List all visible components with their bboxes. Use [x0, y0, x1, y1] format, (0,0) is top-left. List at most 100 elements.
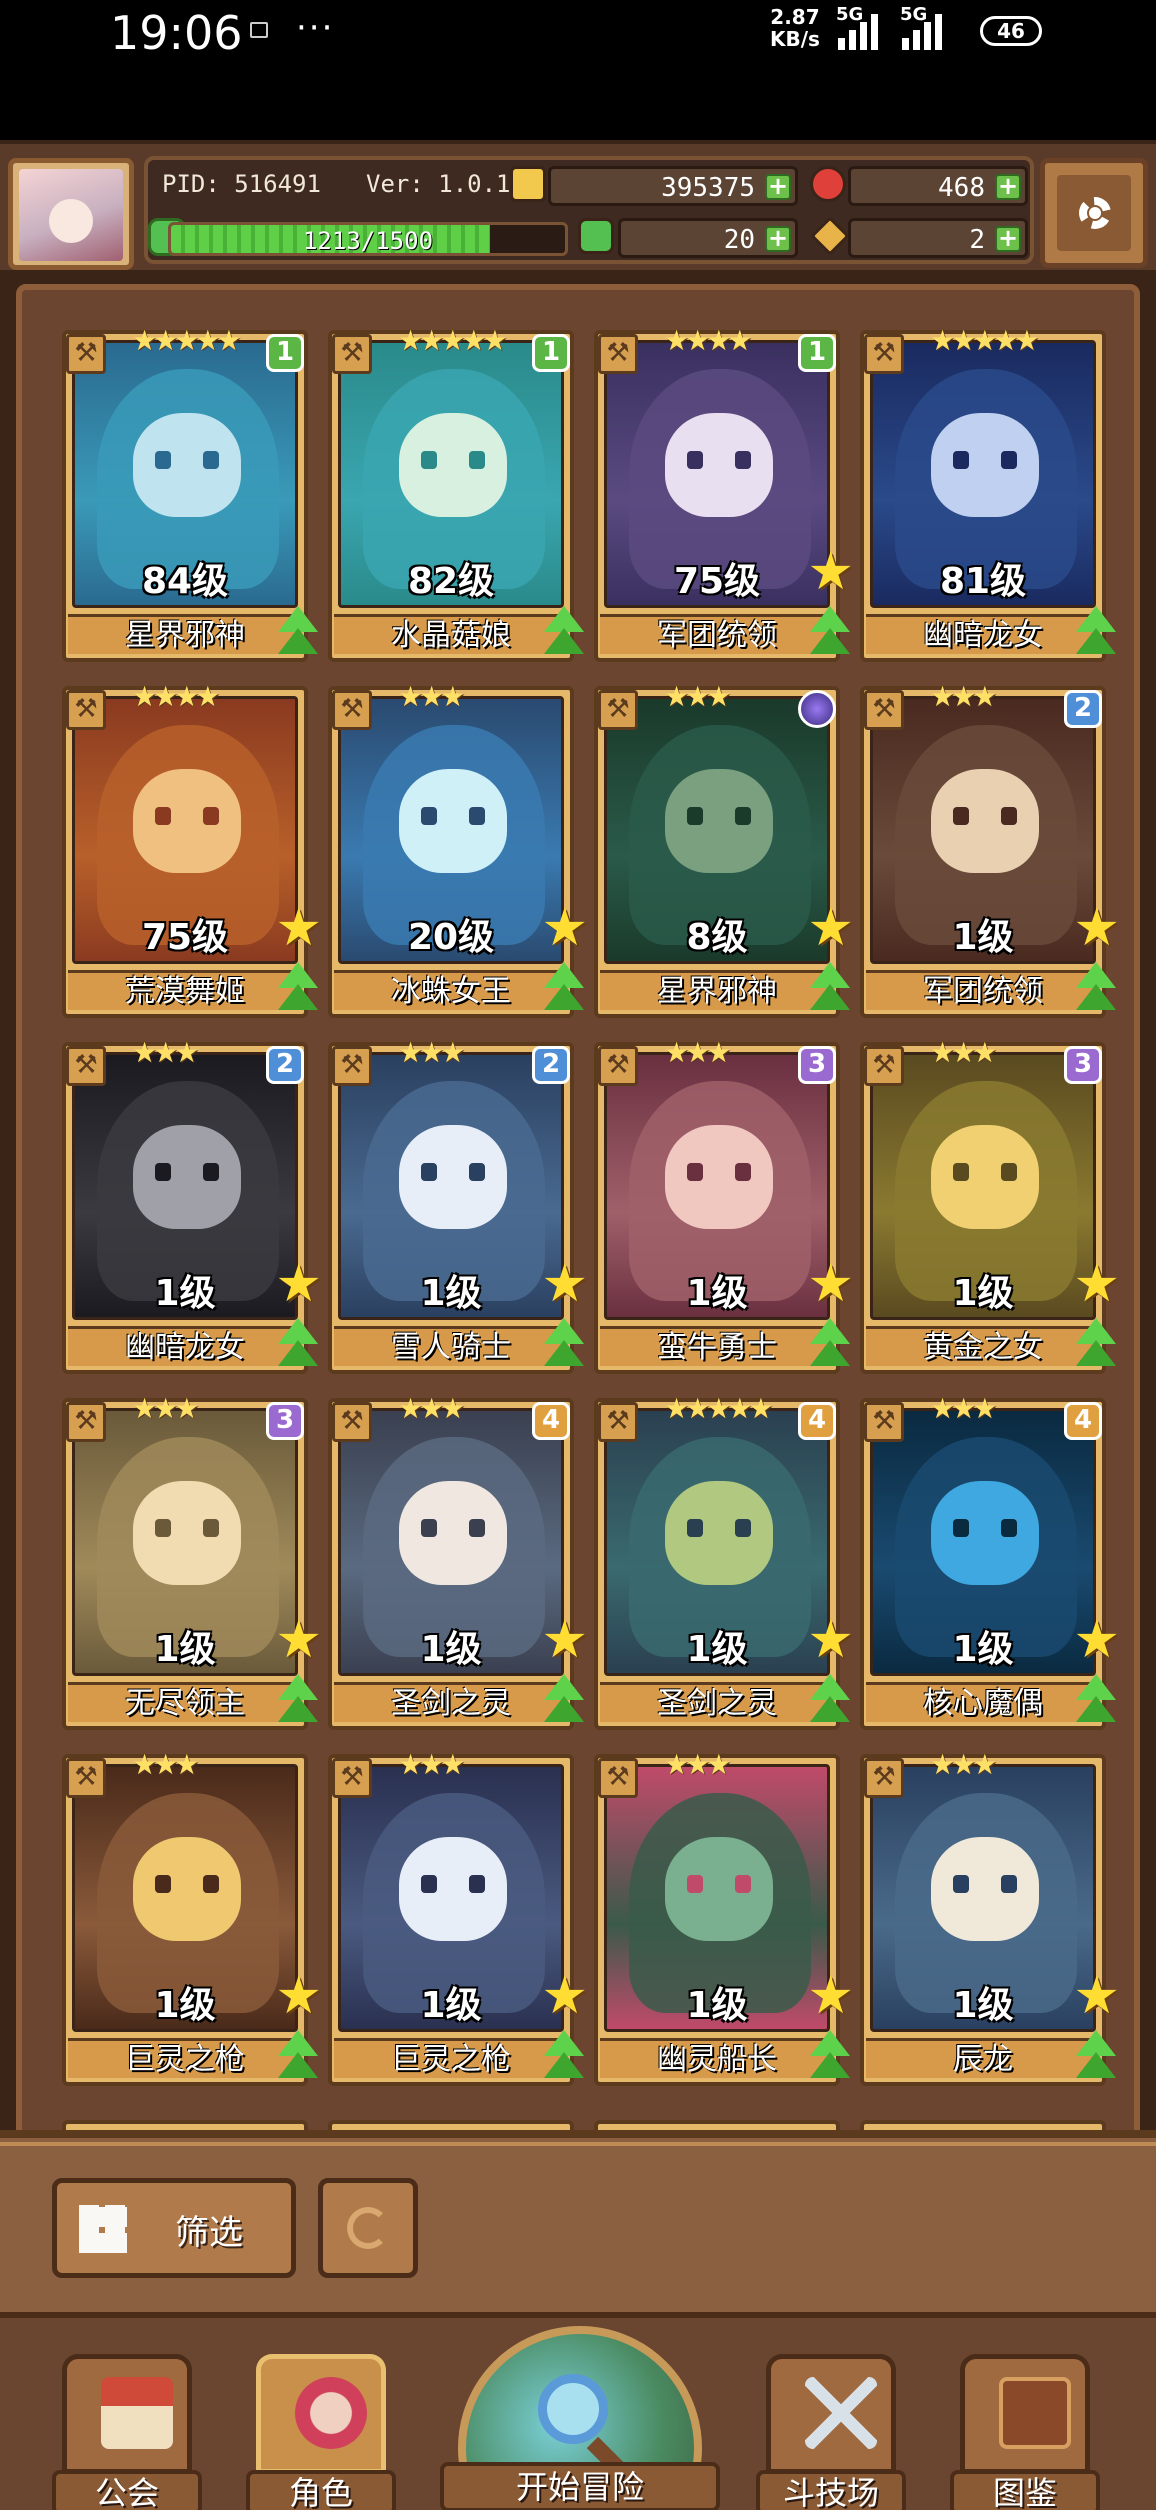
- upgrade-arrow-icon[interactable]: [1072, 2030, 1120, 2082]
- character-card[interactable]: ⚒ ★★★★★ 81级 幽暗龙女: [860, 324, 1116, 662]
- refresh-icon: [347, 2207, 389, 2249]
- character-collection: ⚒ ★★★★★ 1 84级 星界邪神 ⚒ ★★★★★ 1 82级 水晶菇娘 ⚒ ★★★★ 1 75级 军团统…: [0, 270, 1156, 2144]
- add-gold-button[interactable]: +: [765, 174, 791, 200]
- character-card[interactable]: ⚒ ★★★ 4 1级 核心魔偶 ★: [860, 1392, 1120, 1730]
- upgrade-arrow-icon[interactable]: [806, 1674, 854, 1726]
- add-gems-button[interactable]: +: [995, 174, 1021, 200]
- signal-icon: [838, 10, 894, 50]
- nav-guild[interactable]: 公会: [52, 2354, 202, 2510]
- character-level: 1级: [420, 1629, 482, 1670]
- upgrade-arrow-icon[interactable]: [1072, 1318, 1120, 1370]
- settings-gear-icon: [1079, 197, 1111, 229]
- star-icon: ★: [275, 1254, 322, 1314]
- avatar: [19, 169, 123, 261]
- upgrade-arrow-icon[interactable]: [1072, 1674, 1120, 1726]
- character-card[interactable]: ⚒ ★★★ 8级 星界邪神 ★: [594, 680, 854, 1018]
- star-rating: ★★★★★: [398, 324, 507, 357]
- upgrade-arrow-icon[interactable]: [806, 606, 854, 658]
- upgrade-arrow-icon[interactable]: [540, 2030, 588, 2082]
- character-name: 雪人骑士: [334, 1326, 568, 1366]
- player-avatar-button[interactable]: [8, 158, 134, 270]
- star-rating: ★★★: [132, 1036, 199, 1069]
- upgrade-arrow-icon[interactable]: [1072, 962, 1120, 1014]
- star-icon: ★: [807, 1966, 854, 2026]
- rank-badge: 3: [798, 1046, 836, 1084]
- upgrade-arrow-icon[interactable]: [540, 1318, 588, 1370]
- stamina-value: 1213/1500: [302, 227, 434, 255]
- bottom-navigation: 公会 角色 开始冒险 斗技场 图鉴: [0, 2312, 1156, 2510]
- wrench-icon: ⚒: [864, 690, 904, 730]
- character-level: 84级: [141, 561, 229, 602]
- rank-badge: 1: [798, 334, 836, 372]
- upgrade-arrow-icon[interactable]: [540, 606, 588, 658]
- character-card[interactable]: ⚒ ★★★ 2 1级 幽暗龙女 ★: [62, 1036, 322, 1374]
- character-card[interactable]: ⚒ ★★★★ 75级 荒漠舞姬 ★: [62, 680, 322, 1018]
- rank-badge: 1: [532, 334, 570, 372]
- wrench-icon: ⚒: [66, 1758, 106, 1798]
- refresh-button[interactable]: [318, 2178, 418, 2278]
- star-icon: ★: [807, 1610, 854, 1670]
- filter-button[interactable]: 筛选: [52, 2178, 296, 2278]
- upgrade-arrow-icon[interactable]: [274, 2030, 322, 2082]
- gold-coin-icon: [510, 166, 546, 202]
- upgrade-arrow-icon[interactable]: [540, 1674, 588, 1726]
- wrench-icon: ⚒: [864, 334, 904, 374]
- character-name: 圣剑之灵: [334, 1682, 568, 1722]
- character-card[interactable]: ⚒ ★★★ 2 1级 雪人骑士 ★: [328, 1036, 588, 1374]
- character-card[interactable]: ⚒ ★★★ 1级 幽灵船长 ★: [594, 1748, 854, 2086]
- character-level: 1级: [952, 1629, 1014, 1670]
- settings-button[interactable]: [1040, 158, 1148, 268]
- star-icon: ★: [1073, 1254, 1120, 1314]
- upgrade-arrow-icon[interactable]: [806, 2030, 854, 2082]
- star-icon: ★: [275, 1966, 322, 2026]
- character-card[interactable]: ⚒ ★★★ 20级 冰蛛女王 ★: [328, 680, 588, 1018]
- wrench-icon: ⚒: [598, 1046, 638, 1086]
- rank-badge: 3: [266, 1402, 304, 1440]
- add-clover-button[interactable]: +: [765, 226, 791, 252]
- star-icon: ★: [1073, 1966, 1120, 2026]
- character-name: 水晶菇娘: [334, 614, 568, 654]
- upgrade-arrow-icon[interactable]: [1072, 606, 1120, 658]
- wrench-icon: ⚒: [332, 1758, 372, 1798]
- character-card[interactable]: ⚒ ★★★★★ 1 82级 水晶菇娘: [328, 324, 584, 662]
- player-info-panel: PID: 516491 Ver: 1.0.1.0 395375 + 468 + …: [144, 156, 1034, 264]
- upgrade-arrow-icon[interactable]: [274, 962, 322, 1014]
- nav-arena[interactable]: 斗技场: [756, 2354, 906, 2510]
- player-id: PID: 516491: [162, 170, 321, 198]
- character-card[interactable]: ⚒ ★★★★★ 4 1级 圣剑之灵 ★: [594, 1392, 854, 1730]
- nav-character-label: 角色: [246, 2470, 396, 2510]
- character-level: 1级: [154, 1273, 216, 1314]
- clock: 19:06: [110, 6, 243, 60]
- star-icon: ★: [541, 1966, 588, 2026]
- upgrade-arrow-icon[interactable]: [806, 962, 854, 1014]
- character-card[interactable]: ⚒ ★★★ 4 1级 圣剑之灵 ★: [328, 1392, 588, 1730]
- character-card[interactable]: ⚒ ★★★★★ 1 84级 星界邪神: [62, 324, 318, 662]
- add-keys-button[interactable]: +: [995, 226, 1021, 252]
- star-rating: ★★★: [132, 1748, 199, 1781]
- key-counter: 2 +: [848, 218, 1028, 258]
- character-card[interactable]: ⚒ ★★★ 2 1级 军团统领 ★: [860, 680, 1120, 1018]
- character-card[interactable]: ⚒ ★★★ 1级 巨灵之枪 ★: [328, 1748, 588, 2086]
- character-card[interactable]: ⚒ ★★★ 3 1级 无尽领主 ★: [62, 1392, 322, 1730]
- upgrade-arrow-icon[interactable]: [806, 1318, 854, 1370]
- star-icon: ★: [1073, 898, 1120, 958]
- upgrade-arrow-icon[interactable]: [274, 606, 322, 658]
- character-level: 1级: [952, 1985, 1014, 2026]
- nav-character[interactable]: 角色: [246, 2354, 396, 2510]
- nav-codex[interactable]: 图鉴: [950, 2354, 1100, 2510]
- upgrade-arrow-icon[interactable]: [274, 1318, 322, 1370]
- character-level: 1级: [686, 1273, 748, 1314]
- clover-counter: 20 +: [618, 218, 798, 258]
- nav-arena-label: 斗技场: [756, 2470, 906, 2510]
- character-card[interactable]: ⚒ ★★★★ 1 75级 军团统领 ★: [594, 324, 854, 662]
- character-card[interactable]: ⚒ ★★★ 3 1级 黄金之女 ★: [860, 1036, 1120, 1374]
- character-name: 星界邪神: [68, 614, 302, 654]
- clover-icon: [578, 218, 614, 254]
- upgrade-arrow-icon[interactable]: [274, 1674, 322, 1726]
- start-adventure-button[interactable]: 开始冒险: [440, 2318, 720, 2510]
- character-name: 巨灵之枪: [334, 2038, 568, 2078]
- character-card[interactable]: ⚒ ★★★ 1级 辰龙 ★: [860, 1748, 1120, 2086]
- upgrade-arrow-icon[interactable]: [540, 962, 588, 1014]
- character-card[interactable]: ⚒ ★★★ 3 1级 蛮牛勇士 ★: [594, 1036, 854, 1374]
- character-card[interactable]: ⚒ ★★★ 1级 巨灵之枪 ★: [62, 1748, 322, 2086]
